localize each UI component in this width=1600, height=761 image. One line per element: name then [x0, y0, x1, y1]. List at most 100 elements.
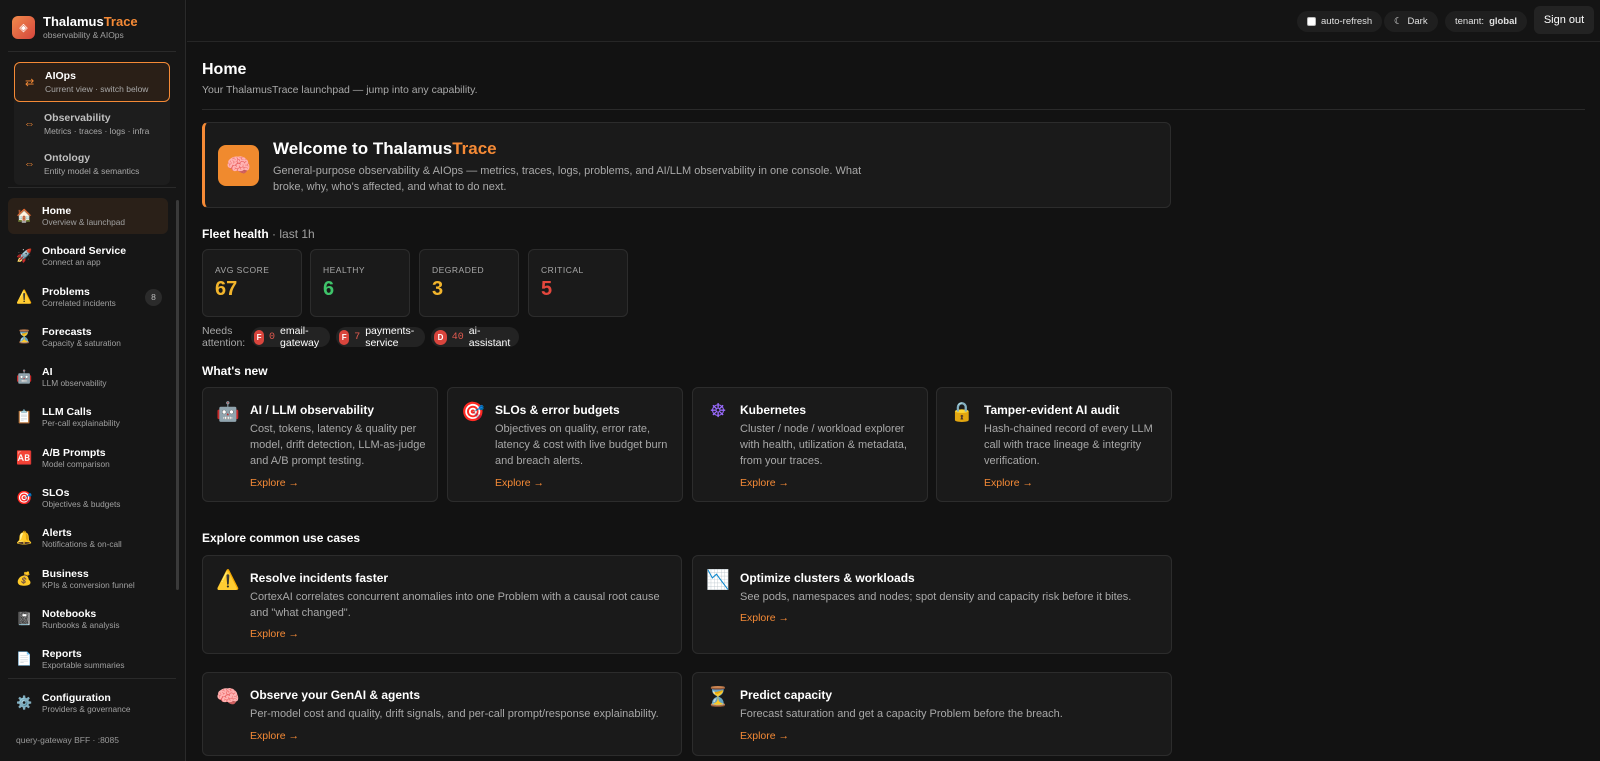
sidebar-item-label: Reports: [42, 648, 82, 661]
robot-icon: 🤖: [216, 402, 240, 423]
app-window: ◈ ThalamusTrace observability & AIOps ⇄ …: [0, 0, 1600, 761]
explore-link[interactable]: Explore →: [984, 477, 1033, 489]
switcher-sub: Entity model & semantics: [44, 166, 140, 176]
sidebar-item-sub: Per-call explainability: [42, 418, 120, 429]
tenant-value: global: [1489, 16, 1518, 27]
switcher-aiops[interactable]: ⇄ AIOps Current view · switch below: [14, 62, 170, 102]
attention-chip[interactable]: F 0 email-gateway: [251, 325, 331, 349]
sidebar-item-label: Problems: [42, 285, 90, 298]
stat-label: HEALTHY: [323, 265, 366, 275]
home-icon: 🏠: [16, 208, 33, 223]
explore-link[interactable]: Explore →: [495, 477, 544, 489]
brand-tagline: observability & AIOps: [43, 30, 124, 40]
stat-value: 3: [432, 278, 444, 300]
switcher-observability[interactable]: ⇔ Observability Metrics · traces · logs ·…: [14, 104, 170, 144]
switcher-ontology[interactable]: ⇔ Ontology Entity model & semantics: [14, 144, 170, 184]
divider: [8, 678, 176, 679]
explore-link[interactable]: Explore →: [250, 477, 299, 489]
sidebar-scrollbar[interactable]: [176, 200, 179, 590]
explore-link[interactable]: Explore →: [250, 730, 299, 742]
card-description: Forecast saturation and get a capacity P…: [740, 708, 1063, 720]
kubernetes-icon: ☸: [709, 401, 727, 422]
brand-name-accent: Trace: [103, 14, 138, 29]
target-icon: 🎯: [16, 490, 33, 506]
money-bag-icon: 💰: [16, 570, 33, 586]
attention-chip[interactable]: D 40 ai-assistant: [431, 325, 519, 349]
sidebar-item-sub: Model comparison: [42, 458, 110, 469]
sidebar-item-ai[interactable]: 🤖 AI LLM observability: [8, 359, 168, 395]
sidebar-item-alerts[interactable]: 🔔 Alerts Notifications & on-call: [8, 520, 168, 556]
sidebar-item-sub: Objectives & budgets: [42, 499, 121, 510]
checkbox[interactable]: [1307, 17, 1316, 26]
explore-link[interactable]: Explore →: [250, 628, 299, 640]
welcome-title: Welcome to ThalamusTrace: [273, 139, 497, 159]
auto-refresh-toggle[interactable]: auto-refresh: [1297, 11, 1383, 32]
use-case-card-genai[interactable]: 🧠 Observe your GenAI & agents Per-model …: [202, 672, 682, 756]
stat-avg-score[interactable]: AVG SCORE 67: [202, 249, 302, 317]
clipboard-icon: 📋: [16, 409, 33, 425]
sidebar-item-slos[interactable]: 🎯 SLOs Objectives & budgets: [8, 480, 168, 516]
card-title: Optimize clusters & workloads: [740, 571, 915, 585]
card-title: Observe your GenAI & agents: [250, 688, 421, 702]
sidebar-item-problems[interactable]: ⚠️ Problems Correlated incidents 8: [8, 279, 168, 315]
brain-icon: 🧠: [218, 145, 259, 186]
stat-critical[interactable]: CRITICAL 5: [528, 249, 628, 317]
stat-degraded[interactable]: DEGRADED 3: [419, 249, 519, 317]
explore-link[interactable]: Explore →: [740, 730, 789, 742]
sidebar-item-sub: Exportable summaries: [42, 660, 125, 671]
sidebar-item-sub: Overview & launchpad: [42, 217, 126, 227]
feature-card-ai-audit[interactable]: 🔒 Tamper-evident AI audit Hash-chained r…: [936, 387, 1172, 502]
sidebar-item-notebooks[interactable]: 📓 Notebooks Runbooks & analysis: [8, 601, 168, 637]
stat-value: 5: [541, 278, 553, 300]
feature-card-slos[interactable]: 🎯 SLOs & error budgets Objectives on qua…: [447, 387, 683, 502]
stat-healthy[interactable]: HEALTHY 6: [310, 249, 410, 317]
product-switcher: ⇄ AIOps Current view · switch below ⇔ Obs…: [14, 62, 170, 185]
switcher-title: Observability: [44, 112, 111, 124]
sidebar-item-home[interactable]: 🏠 Home Overview & launchpad: [8, 198, 168, 234]
brand-name-main: Thalamus: [43, 14, 104, 29]
stat-label: DEGRADED: [432, 265, 485, 275]
brand-name: ThalamusTrace: [43, 15, 138, 28]
gear-icon: ⚙️: [16, 695, 33, 710]
sidebar-item-label: A/B Prompts: [42, 446, 106, 459]
feature-card-ai-llm[interactable]: 🤖 AI / LLM observability Cost, tokens, l…: [202, 387, 438, 502]
divider: [8, 187, 176, 188]
switcher-title: Ontology: [44, 152, 91, 164]
divider: [202, 109, 1585, 110]
sign-out-button[interactable]: Sign out: [1534, 6, 1594, 34]
document-icon: 📄: [16, 651, 33, 667]
explore-link[interactable]: Explore →: [740, 612, 789, 624]
theme-label: Dark: [1407, 16, 1428, 27]
sidebar-item-onboard-service[interactable]: 🚀 Onboard Service Connect an app: [8, 238, 168, 274]
use-case-card-incidents[interactable]: ⚠️ Resolve incidents faster CortexAI cor…: [202, 555, 682, 654]
sidebar-item-forecasts[interactable]: ⏳ Forecasts Capacity & saturation: [8, 319, 168, 355]
sidebar-item-llm-calls[interactable]: 📋 LLM Calls Per-call explainability: [8, 399, 168, 435]
lock-icon: 🔒: [950, 402, 974, 423]
sidebar-item-configuration[interactable]: ⚙️ Configuration Providers & governance: [8, 692, 131, 714]
sidebar-item-sub: Runbooks & analysis: [42, 619, 120, 630]
page-title: Home: [202, 61, 247, 78]
notebook-icon: 📓: [16, 610, 33, 626]
tenant-label: tenant:: [1455, 16, 1485, 27]
sidebar-item-sub: KPIs & conversion funnel: [42, 579, 135, 590]
sidebar: ◈ ThalamusTrace observability & AIOps ⇄ …: [0, 0, 186, 761]
brand[interactable]: ◈ ThalamusTrace observability & AIOps: [12, 15, 138, 40]
sidebar-item-label: AI: [42, 366, 53, 379]
welcome-description: General-purpose observability & AIOps — …: [273, 165, 862, 193]
use-case-card-capacity[interactable]: ⏳ Predict capacity Forecast saturation a…: [692, 672, 1172, 756]
attention-chip[interactable]: F 7 payments-service: [336, 325, 426, 349]
tenant-selector[interactable]: tenant: global: [1445, 11, 1528, 32]
explore-link[interactable]: Explore →: [740, 477, 789, 489]
stat-value: 6: [323, 278, 335, 300]
sidebar-item-reports[interactable]: 📄 Reports Exportable summaries: [8, 641, 168, 677]
welcome-title-main: Welcome to Thalamus: [273, 139, 453, 158]
service-name: ai-assistant: [468, 325, 511, 349]
attention-count: 7: [354, 331, 361, 343]
sidebar-item-label: Home: [42, 205, 72, 217]
use-case-card-clusters[interactable]: 📉 Optimize clusters & workloads See pods…: [692, 555, 1172, 654]
sidebar-item-ab-prompts[interactable]: 🆎 A/B Prompts Model comparison: [8, 440, 168, 476]
feature-card-kubernetes[interactable]: ☸ Kubernetes Cluster / node / workload e…: [692, 387, 928, 502]
theme-toggle[interactable]: ☾ Dark: [1384, 11, 1438, 32]
sidebar-item-business[interactable]: 💰 Business KPIs & conversion funnel: [8, 561, 168, 597]
whats-new-heading: What's new: [202, 364, 268, 378]
